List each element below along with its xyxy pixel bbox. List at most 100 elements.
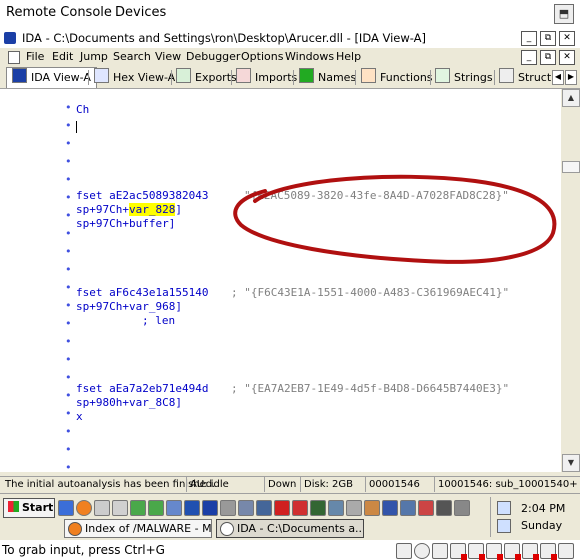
scroll-up-icon[interactable]: ▲	[562, 89, 580, 107]
code-string-guid2[interactable]: ; "{F6C43E1A-1551-4000-A483-C361969AEC41…	[231, 286, 509, 299]
line-marker: •	[65, 101, 72, 114]
app-icon[interactable]	[454, 500, 470, 516]
app-icon[interactable]	[256, 500, 272, 516]
app-icon[interactable]	[382, 500, 398, 516]
code-line-guid3-op1[interactable]: sp+980h+var_8C8]	[76, 396, 182, 409]
archive-icon[interactable]	[94, 500, 110, 516]
app-icon[interactable]	[346, 500, 362, 516]
scroll-down-icon[interactable]: ▼	[562, 454, 580, 472]
taskbar: Start Index of /MALWARE - M... IDA - C:\…	[0, 493, 580, 540]
line-marker: •	[65, 281, 72, 294]
app-icon[interactable]	[220, 500, 236, 516]
restore-button[interactable]: ⧉	[540, 31, 556, 46]
disassembly-view[interactable]: • • • • • • • • • • • • • • • • • • • • …	[0, 89, 562, 474]
doc-restore-button[interactable]: ⧉	[540, 50, 556, 65]
ida-quicklaunch-icon[interactable]	[202, 500, 218, 516]
red-circle-annotation	[233, 174, 557, 264]
clock-time[interactable]: 2:04 PM	[521, 502, 565, 515]
cd-icon[interactable]	[414, 543, 430, 559]
app-icon[interactable]	[274, 500, 290, 516]
close-button[interactable]: ✕	[559, 31, 575, 46]
tab-structures[interactable]: Structu	[499, 68, 558, 86]
code-line-ch[interactable]: Ch	[76, 103, 89, 116]
device-icon[interactable]	[540, 543, 557, 560]
tab-exports[interactable]: Exports	[176, 68, 237, 86]
tab-names[interactable]: Names	[299, 68, 356, 86]
menu-options[interactable]: Options	[241, 50, 283, 63]
device-icon[interactable]	[468, 543, 485, 560]
tab-strings[interactable]: Strings	[435, 68, 493, 86]
doc-minimize-button[interactable]: _	[521, 50, 537, 65]
device-icon[interactable]	[486, 543, 503, 560]
tab-functions[interactable]: Functions	[361, 68, 433, 86]
app-icon[interactable]	[238, 500, 254, 516]
status-message: The initial autoanalysis has been finish…	[5, 479, 216, 490]
device-icon[interactable]	[504, 543, 521, 560]
highlighted-var[interactable]: var_828	[128, 203, 176, 216]
device-icon[interactable]	[522, 543, 539, 560]
menu-debugger[interactable]: Debugger	[186, 50, 240, 63]
app-icon[interactable]	[184, 500, 200, 516]
exports-icon	[176, 68, 191, 83]
start-button[interactable]: Start	[3, 498, 55, 518]
menu-remote-console[interactable]: Remote Console	[6, 5, 112, 20]
doc-close-button[interactable]: ✕	[559, 50, 575, 65]
tab-scroll-left-icon[interactable]: ◀	[552, 70, 564, 85]
menu-jump[interactable]: Jump	[80, 50, 108, 63]
vertical-scrollbar[interactable]: ▲ ▼	[561, 89, 580, 472]
app-icon[interactable]	[364, 500, 380, 516]
tab-scroll-right-icon[interactable]: ▶	[565, 70, 577, 85]
menu-file[interactable]: File	[26, 50, 44, 63]
code-line-guid2-op1[interactable]: sp+97Ch+var_968]	[76, 300, 182, 313]
line-marker: •	[65, 245, 72, 258]
text-cursor	[76, 121, 77, 133]
line-marker: •	[65, 119, 72, 132]
menu-edit[interactable]: Edit	[52, 50, 73, 63]
task-ida[interactable]: IDA - C:\Documents a...	[216, 519, 364, 538]
ida-view-icon	[12, 68, 27, 83]
code-string-guid3[interactable]: ; "{EA7A2EB7-1E49-4d5f-B4D8-D6645B7440E3…	[231, 382, 509, 395]
app-icon[interactable]	[400, 500, 416, 516]
menu-devices[interactable]: Devices	[115, 5, 166, 20]
firefox-icon[interactable]	[76, 500, 92, 516]
code-line-guid3-label[interactable]: fset aEa7a2eb71e494d	[76, 382, 208, 395]
device-icon[interactable]	[450, 543, 467, 560]
usb-icon[interactable]	[432, 543, 448, 559]
tool-icon[interactable]	[112, 500, 128, 516]
tab-ida-view-a[interactable]: IDA View-A	[6, 67, 97, 88]
app-icon[interactable]	[328, 500, 344, 516]
code-line-guid1-op2[interactable]: sp+97Ch+buffer]	[76, 217, 175, 230]
app-icon[interactable]	[130, 500, 146, 516]
menu-search[interactable]: Search	[113, 50, 151, 63]
app-icon[interactable]	[436, 500, 452, 516]
remote-console-footer: To grab input, press Ctrl+G	[0, 540, 580, 560]
line-marker: •	[65, 173, 72, 186]
code-line-guid2-label[interactable]: fset aF6c43e1a155140	[76, 286, 208, 299]
line-marker: •	[65, 209, 72, 222]
menu-windows[interactable]: Windows	[285, 50, 334, 63]
code-line-guid1-label[interactable]: fset aE2ac5089382043	[76, 189, 208, 202]
maximize-icon[interactable]: ⬒	[554, 4, 574, 24]
app-icon[interactable]	[418, 500, 434, 516]
tab-imports[interactable]: Imports	[236, 68, 297, 86]
tab-hex-view-a[interactable]: Hex View-A	[94, 68, 175, 86]
network-icon[interactable]	[497, 501, 511, 515]
device-icon[interactable]	[396, 543, 412, 559]
ida-window-title: IDA - C:\Documents and Settings\ron\Desk…	[22, 31, 427, 45]
app-icon[interactable]	[148, 500, 164, 516]
menu-help[interactable]: Help	[336, 50, 361, 63]
minimize-button[interactable]: _	[521, 31, 537, 46]
app-icon[interactable]	[292, 500, 308, 516]
menu-view[interactable]: View	[155, 50, 181, 63]
code-line-guid1-op1[interactable]: sp+97Ch+var_828]	[76, 203, 182, 216]
device-icon[interactable]	[558, 543, 574, 559]
app-icon[interactable]	[166, 500, 182, 516]
code-line-guid3-op2[interactable]: x	[76, 410, 83, 423]
scroll-thumb[interactable]	[562, 161, 580, 173]
app-icon[interactable]	[310, 500, 326, 516]
volume-icon[interactable]	[497, 519, 511, 533]
task-firefox[interactable]: Index of /MALWARE - M...	[64, 519, 212, 538]
status-location: 10001546: sub_10001540+	[434, 477, 578, 492]
show-desktop-icon[interactable]	[58, 500, 74, 516]
code-comment-len[interactable]: ; len	[142, 314, 175, 327]
